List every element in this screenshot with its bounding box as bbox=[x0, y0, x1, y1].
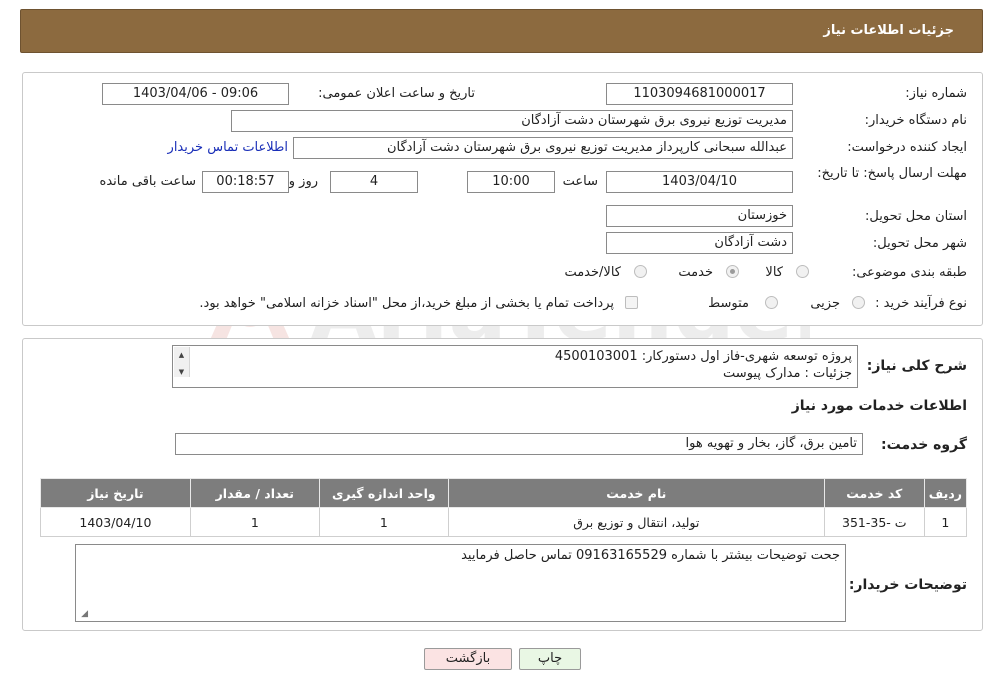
need-number-field: 1103094681000017 bbox=[606, 83, 793, 105]
cell-row-number: 1 bbox=[923, 507, 968, 537]
buyer-notes-textarea[interactable]: جحت توضیحات بیشتر با شماره 09163165529 ت… bbox=[75, 544, 846, 622]
cell-service-name: تولید، انتقال و توزیع برق bbox=[447, 507, 825, 537]
category-option-service: خدمت bbox=[678, 265, 713, 280]
col-service-code: کد خدمت bbox=[823, 478, 925, 508]
service-group-field: تامین برق، گاز، بخار و تهویه هوا bbox=[175, 433, 863, 455]
summary-line-1: پروژه توسعه شهری-فاز اول دستورکار: 45001… bbox=[554, 349, 852, 364]
purchase-type-label: نوع فرآیند خرید : bbox=[875, 296, 967, 311]
deadline-time-field: 10:00 bbox=[467, 171, 555, 193]
deadline-date-field: 1403/04/10 bbox=[606, 171, 793, 193]
creator-field: عبدالله سبحانی کارپرداز مدیریت توزیع نیر… bbox=[293, 137, 793, 159]
days-label: روز و bbox=[288, 174, 318, 189]
print-button[interactable]: چاپ bbox=[519, 648, 581, 670]
need-number-label: شماره نیاز: bbox=[905, 86, 967, 101]
summary-scrollbar[interactable]: ▲ ▼ bbox=[174, 347, 190, 377]
time-remaining-field: 00:18:57 bbox=[202, 171, 289, 193]
col-unit: واحد اندازه گیری bbox=[318, 478, 449, 508]
city-field: دشت آزادگان bbox=[606, 232, 793, 254]
col-need-date: تاریخ نیاز bbox=[40, 478, 191, 508]
buyer-notes-label: توضیحات خریدار: bbox=[848, 577, 967, 593]
category-radio-service[interactable] bbox=[726, 265, 739, 278]
cell-service-code: ت -35-351 bbox=[823, 507, 925, 537]
purchase-option-minor: جزیی bbox=[810, 296, 840, 311]
deadline-label: مهلت ارسال پاسخ: تا تاریخ: bbox=[817, 166, 967, 181]
cell-quantity: 1 bbox=[189, 507, 320, 537]
creator-label: ایجاد کننده درخواست: bbox=[847, 140, 967, 155]
category-label: طبقه بندی موضوعی: bbox=[851, 265, 967, 280]
back-button[interactable]: بازگشت bbox=[424, 648, 512, 670]
announce-date-field: 1403/04/06 - 09:06 bbox=[102, 83, 289, 105]
services-table-header: ردیف کد خدمت نام خدمت واحد اندازه گیری ت… bbox=[40, 478, 968, 508]
service-group-label: گروه خدمت: bbox=[881, 437, 967, 453]
province-label: استان محل تحویل: bbox=[865, 209, 967, 224]
province-field: خوزستان bbox=[606, 205, 793, 227]
category-radio-goods[interactable] bbox=[796, 265, 809, 278]
col-quantity: تعداد / مقدار bbox=[189, 478, 320, 508]
resize-grip-icon[interactable]: ◢ bbox=[78, 609, 88, 619]
cell-unit: 1 bbox=[318, 507, 449, 537]
buyer-org-label: نام دستگاه خریدار: bbox=[864, 113, 967, 128]
city-label: شهر محل تحویل: bbox=[872, 236, 967, 251]
days-remaining-field: 4 bbox=[330, 171, 418, 193]
buyer-org-field: مدیریت توزیع نیروی برق شهرستان دشت آزادگ… bbox=[231, 110, 793, 132]
time-remaining-label: ساعت باقی مانده bbox=[99, 174, 196, 189]
cell-need-date: 1403/04/10 bbox=[40, 507, 191, 537]
buyer-notes-text: جحت توضیحات بیشتر با شماره 09163165529 ت… bbox=[461, 548, 840, 563]
buyer-contact-link[interactable]: اطلاعات تماس خریدار bbox=[168, 140, 288, 155]
purchase-radio-minor[interactable] bbox=[852, 296, 865, 309]
category-radio-goods-service[interactable] bbox=[634, 265, 647, 278]
purchase-option-medium: متوسط bbox=[708, 296, 749, 311]
summary-textarea[interactable]: پروژه توسعه شهری-فاز اول دستورکار: 45001… bbox=[172, 345, 858, 388]
category-option-goods-service: کالا/خدمت bbox=[564, 265, 621, 280]
services-section-title: اطلاعات خدمات مورد نیاز bbox=[791, 398, 967, 414]
page-header: جزئیات اطلاعات نیاز bbox=[20, 9, 983, 53]
table-row: 1 ت -35-351 تولید، انتقال و توزیع برق 1 … bbox=[40, 507, 968, 537]
deadline-time-label: ساعت bbox=[562, 174, 598, 189]
col-row-number: ردیف bbox=[923, 478, 968, 508]
summary-line-2: جزئیات : مدارک پیوست bbox=[723, 366, 852, 381]
col-service-name: نام خدمت bbox=[447, 478, 825, 508]
category-option-goods: کالا bbox=[765, 265, 783, 280]
treasury-payment-note: پرداخت تمام یا بخشی از مبلغ خرید،از محل … bbox=[199, 296, 614, 311]
summary-label: شرح کلی نیاز: bbox=[866, 358, 967, 374]
services-table: ردیف کد خدمت نام خدمت واحد اندازه گیری ت… bbox=[40, 478, 968, 537]
treasury-payment-checkbox[interactable] bbox=[625, 296, 638, 309]
purchase-radio-medium[interactable] bbox=[765, 296, 778, 309]
page-title: جزئیات اطلاعات نیاز bbox=[823, 23, 954, 38]
announce-date-label: تاریخ و ساعت اعلان عمومی: bbox=[318, 86, 475, 101]
